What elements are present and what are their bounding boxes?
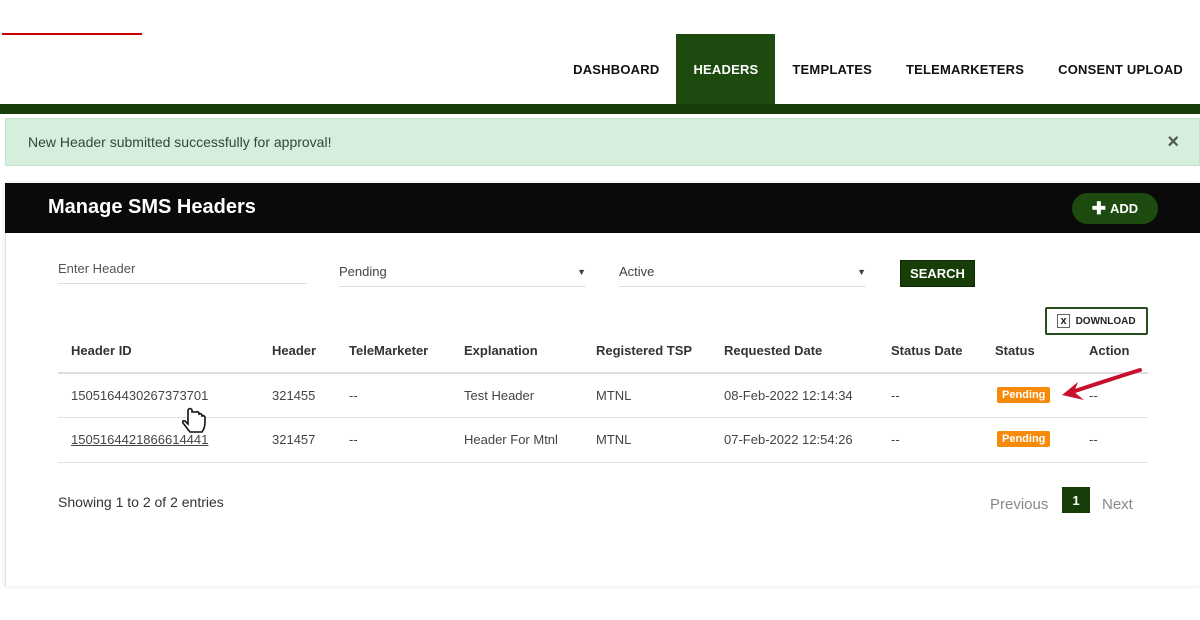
search-button[interactable]: SEARCH [900, 260, 975, 287]
col-explanation[interactable]: Explanation [464, 343, 538, 358]
requested-date-cell: 08-Feb-2022 12:14:34 [724, 388, 853, 403]
col-registered-tsp[interactable]: Registered TSP [596, 343, 692, 358]
nav-headers[interactable]: HEADERS [676, 34, 776, 104]
close-icon[interactable]: × [1167, 131, 1179, 154]
add-label: ADD [1110, 201, 1139, 216]
col-status-date[interactable]: Status Date [891, 343, 963, 358]
chevron-down-icon: ▼ [857, 266, 866, 277]
main-nav: DASHBOARD HEADERS TEMPLATES TELEMARKETER… [556, 34, 1200, 104]
alert-message: New Header submitted successfully for ap… [28, 134, 332, 150]
entries-info: Showing 1 to 2 of 2 entries [58, 494, 224, 510]
panel [5, 183, 1200, 586]
header-input-placeholder: Enter Header [58, 261, 136, 276]
plus-icon: ✚ [1091, 198, 1107, 218]
page-title: Manage SMS Headers [48, 196, 256, 218]
chevron-down-icon: ▼ [577, 266, 586, 277]
requested-date-cell: 07-Feb-2022 12:54:26 [724, 432, 853, 447]
action-cell: -- [1089, 432, 1098, 447]
status-badge: Pending [997, 387, 1051, 403]
explanation-cell: Test Header [464, 388, 535, 403]
tsp-cell: MTNL [596, 432, 632, 447]
excel-file-icon: x [1057, 314, 1070, 328]
status-date-cell: -- [891, 388, 900, 403]
header-cell: 321455 [272, 388, 316, 403]
col-header[interactable]: Header [272, 343, 316, 358]
logo-underline [2, 33, 142, 35]
nav-dashboard[interactable]: DASHBOARD [556, 34, 676, 104]
divider [58, 462, 1148, 463]
status-select[interactable]: Pending ▼ [339, 257, 586, 287]
nav-templates[interactable]: TEMPLATES [775, 34, 889, 104]
telemarketer-cell: -- [349, 432, 358, 447]
nav-bar [0, 104, 1200, 114]
divider [58, 372, 1148, 374]
hand-cursor-icon [181, 407, 206, 433]
tsp-cell: MTNL [596, 388, 632, 403]
col-requested-date[interactable]: Requested Date [724, 343, 822, 358]
header-id-link[interactable]: 1505164430267373701 [71, 388, 208, 403]
nav-telemarketers[interactable]: TELEMARKETERS [889, 34, 1041, 104]
telemarketer-cell: -- [349, 388, 358, 403]
header-input[interactable]: Enter Header [58, 254, 307, 284]
add-button[interactable]: ✚ ADD [1072, 193, 1158, 224]
next-button[interactable]: Next [1102, 496, 1133, 513]
divider [58, 417, 1148, 418]
download-label: DOWNLOAD [1075, 315, 1136, 327]
status-select-value: Pending [339, 264, 387, 279]
annotation-arrow-icon [1062, 368, 1142, 400]
status-date-cell: -- [891, 432, 900, 447]
success-alert: New Header submitted successfully for ap… [5, 118, 1200, 166]
explanation-cell: Header For Mtnl [464, 432, 558, 447]
active-select-value: Active [619, 264, 655, 279]
nav-consent-upload[interactable]: CONSENT UPLOAD [1041, 34, 1200, 104]
header-cell: 321457 [272, 432, 316, 447]
previous-button[interactable]: Previous [990, 496, 1048, 513]
status-badge: Pending [997, 431, 1051, 447]
col-telemarketer[interactable]: TeleMarketer [349, 343, 428, 358]
col-header-id[interactable]: Header ID [71, 343, 132, 358]
page-1-button[interactable]: 1 [1062, 487, 1090, 513]
download-button[interactable]: x DOWNLOAD [1045, 307, 1148, 335]
active-select[interactable]: Active ▼ [619, 257, 866, 287]
col-action[interactable]: Action [1089, 343, 1129, 358]
col-status[interactable]: Status [995, 343, 1035, 358]
